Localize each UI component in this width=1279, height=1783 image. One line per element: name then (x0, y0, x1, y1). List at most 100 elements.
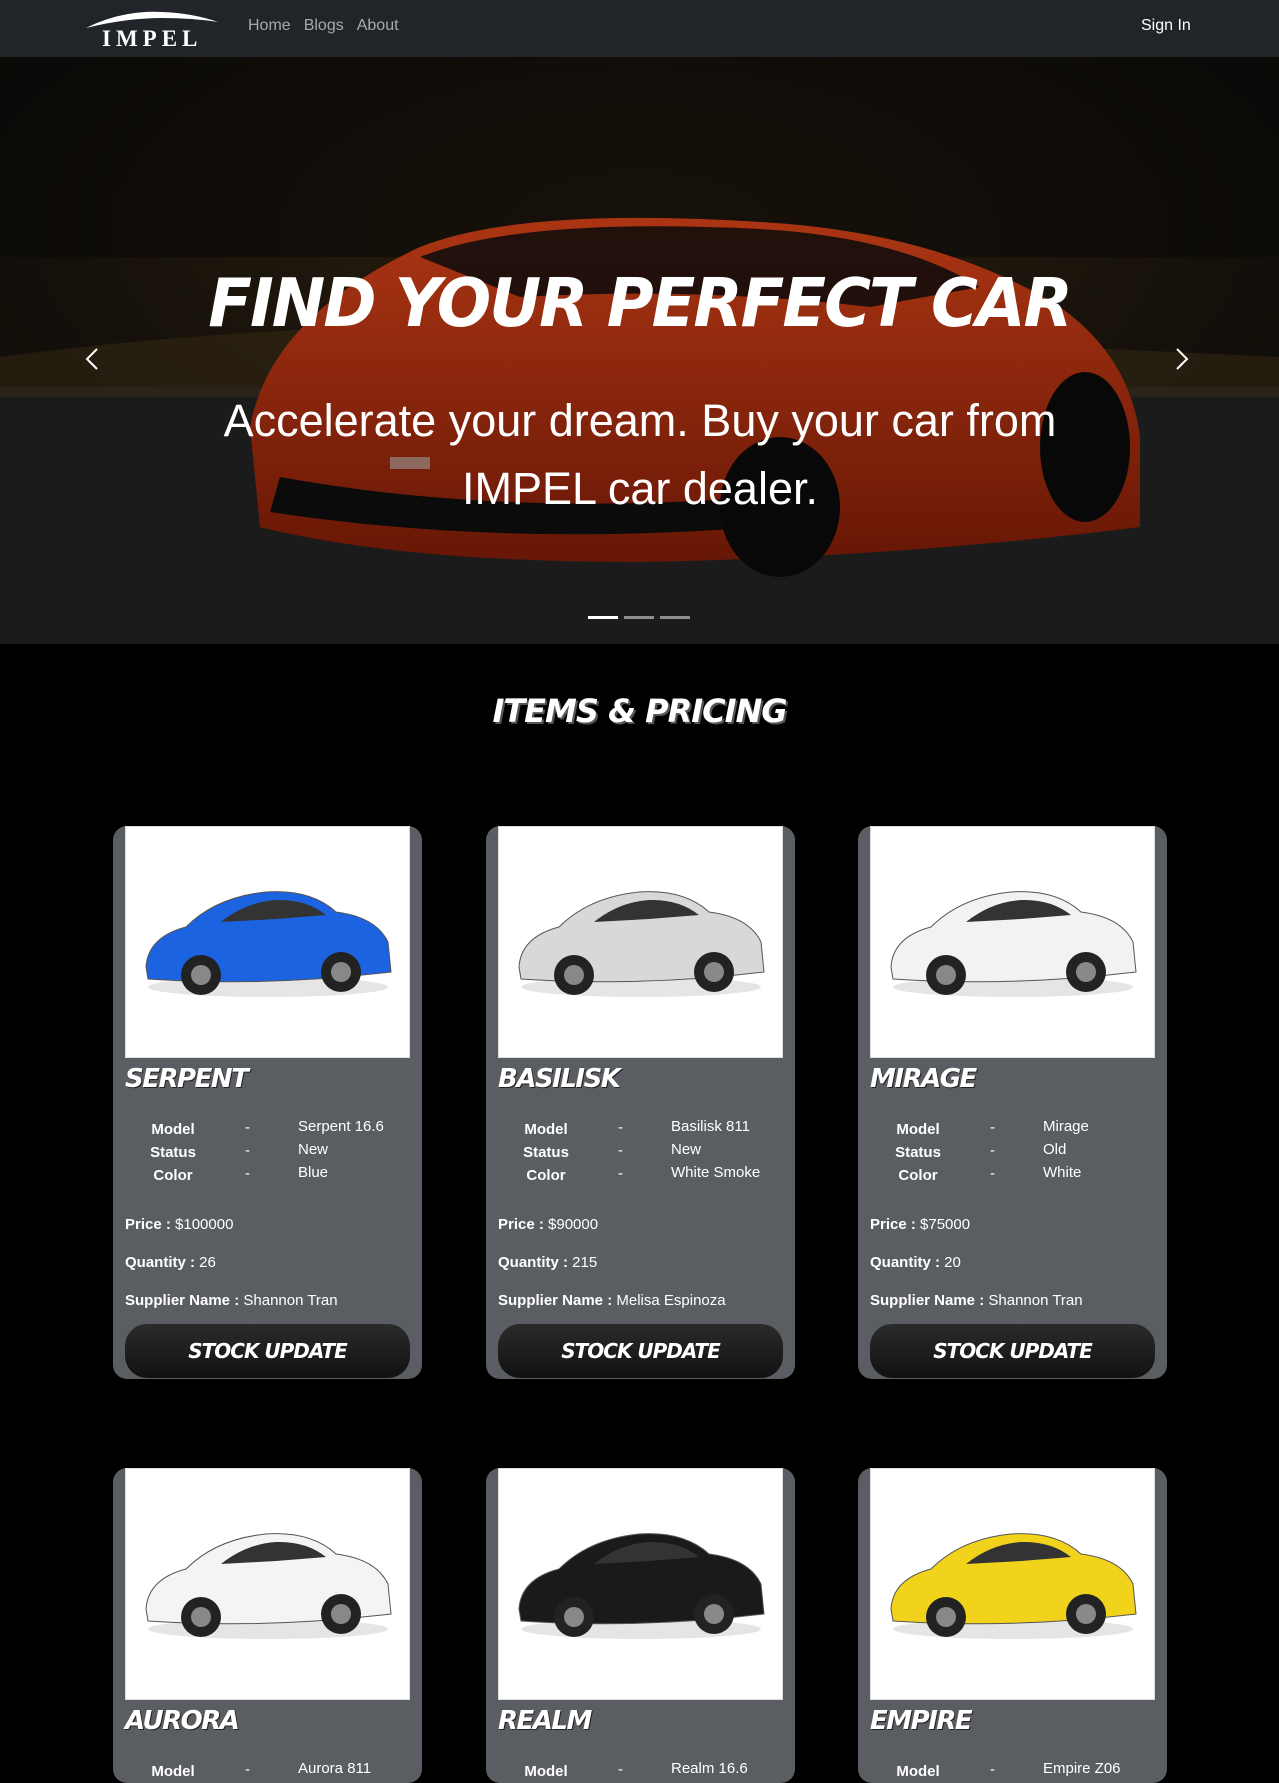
color-label: Color (526, 1167, 566, 1184)
quantity-label: Quantity : (498, 1254, 568, 1271)
model-label: Model (524, 1763, 568, 1780)
car-card: BASILISK Model - Basilisk 811 Status - New Colo… (486, 826, 795, 1379)
stock-update-button[interactable]: STOCK UPDATE (125, 1324, 410, 1378)
hero-title: FIND YOUR PERFECT CAR (208, 265, 1073, 343)
car-card: SERPENT Model - Serpent 16.6 Status - New Color… (113, 826, 422, 1379)
model-dash: - (245, 1761, 250, 1778)
model-value: Serpent 16.6 (298, 1118, 384, 1135)
section-title: ITEMS & PRICING (492, 692, 787, 730)
quantity-line: Quantity : 215 (498, 1254, 597, 1271)
car-icon (890, 891, 1137, 997)
car-card: AURORA Model - Aurora 811 (113, 1468, 422, 1783)
car-name: BASILISK (498, 1064, 621, 1094)
color-value: Blue (298, 1164, 329, 1181)
supplier-value: Shannon Tran (243, 1292, 338, 1309)
price-value: $90000 (548, 1216, 599, 1233)
car-name: AURORA (125, 1706, 240, 1736)
model-value: Basilisk 811 (671, 1118, 750, 1135)
price-line: Price : $75000 (870, 1216, 970, 1233)
status-dash: - (990, 1142, 995, 1159)
carousel-indicator-3[interactable] (660, 616, 690, 619)
navbar: IMPEL Home Blogs About Sign In (0, 0, 1279, 57)
price-label: Price : (498, 1216, 544, 1233)
carousel-prev-button[interactable] (75, 339, 115, 379)
quantity-line: Quantity : 26 (125, 1254, 216, 1271)
supplier-value: Melisa Espinoza (616, 1292, 726, 1309)
chevron-right-icon (1176, 348, 1189, 370)
car-image (498, 826, 783, 1058)
color-value: White Smoke (671, 1164, 761, 1181)
sign-in-link[interactable]: Sign In (1141, 17, 1191, 35)
logo-text: IMPEL (102, 26, 203, 51)
car-image (870, 1468, 1155, 1700)
model-value: Realm 16.6 (671, 1760, 748, 1777)
car-image (498, 1468, 783, 1700)
quantity-label: Quantity : (870, 1254, 940, 1271)
color-dash: - (245, 1165, 250, 1182)
color-value: White (1043, 1164, 1082, 1181)
model-dash: - (245, 1119, 250, 1136)
price-label: Price : (125, 1216, 171, 1233)
status-value: New (671, 1141, 702, 1158)
stock-update-button[interactable]: STOCK UPDATE (498, 1324, 783, 1378)
hero-overlay (0, 57, 1279, 644)
nav-blogs[interactable]: Blogs (304, 17, 344, 35)
car-card: REALM Model - Realm 16.6 (486, 1468, 795, 1783)
model-label: Model (896, 1121, 940, 1138)
color-dash: - (618, 1165, 623, 1182)
supplier-label: Supplier Name : (125, 1292, 240, 1309)
quantity-label: Quantity : (125, 1254, 195, 1271)
car-icon (145, 891, 392, 997)
brand-logo[interactable]: IMPEL (82, 6, 222, 51)
model-dash: - (990, 1761, 995, 1778)
price-line: Price : $90000 (498, 1216, 598, 1233)
quantity-value: 26 (199, 1254, 216, 1271)
quantity-value: 215 (572, 1254, 598, 1271)
chevron-left-icon (85, 348, 98, 370)
car-image (870, 826, 1155, 1058)
car-name: EMPIRE (870, 1706, 973, 1736)
car-name: REALM (498, 1706, 592, 1736)
quantity-line: Quantity : 20 (870, 1254, 961, 1271)
supplier-value: Shannon Tran (988, 1292, 1083, 1309)
model-dash: - (990, 1119, 995, 1136)
stock-update-button[interactable]: STOCK UPDATE (870, 1324, 1155, 1378)
model-label: Model (524, 1121, 568, 1138)
carousel-next-button[interactable] (1163, 339, 1203, 379)
car-card: EMPIRE Model - Empire Z06 (858, 1468, 1167, 1783)
status-label: Status (150, 1144, 196, 1161)
model-value: Aurora 811 (298, 1760, 372, 1777)
color-label: Color (898, 1167, 938, 1184)
nav-about[interactable]: About (357, 17, 399, 35)
model-value: Mirage (1043, 1118, 1089, 1135)
status-value: Old (1043, 1141, 1067, 1158)
price-value: $75000 (920, 1216, 971, 1233)
supplier-line: Supplier Name : Shannon Tran (125, 1292, 338, 1309)
carousel-indicator-2[interactable] (624, 616, 654, 619)
status-label: Status (523, 1144, 569, 1161)
car-card: MIRAGE Model - Mirage Status - Old Color - White P… (858, 826, 1167, 1379)
supplier-line: Supplier Name : Melisa Espinoza (498, 1292, 726, 1309)
status-dash: - (618, 1142, 623, 1159)
hero-carousel: FIND YOUR PERFECT CAR Accelerate your dr… (0, 57, 1279, 644)
price-value: $100000 (175, 1216, 234, 1233)
price-label: Price : (870, 1216, 916, 1233)
car-name: MIRAGE (870, 1064, 977, 1094)
carousel-indicators (588, 616, 690, 619)
car-icon (145, 1533, 392, 1639)
color-dash: - (990, 1165, 995, 1182)
carousel-indicator-1[interactable] (588, 616, 618, 619)
supplier-line: Supplier Name : Shannon Tran (870, 1292, 1083, 1309)
nav-links: Home Blogs About (248, 17, 412, 35)
status-value: New (298, 1141, 329, 1158)
nav-home[interactable]: Home (248, 17, 291, 35)
hero-subtitle: Accelerate your dream. Buy your car from… (223, 395, 1057, 514)
model-label: Model (896, 1763, 940, 1780)
car-name: SERPENT (125, 1064, 249, 1094)
model-dash: - (618, 1761, 623, 1778)
car-image (125, 826, 410, 1058)
price-line: Price : $100000 (125, 1216, 233, 1233)
color-label: Color (153, 1167, 193, 1184)
supplier-label: Supplier Name : (870, 1292, 985, 1309)
car-image (125, 1468, 410, 1700)
